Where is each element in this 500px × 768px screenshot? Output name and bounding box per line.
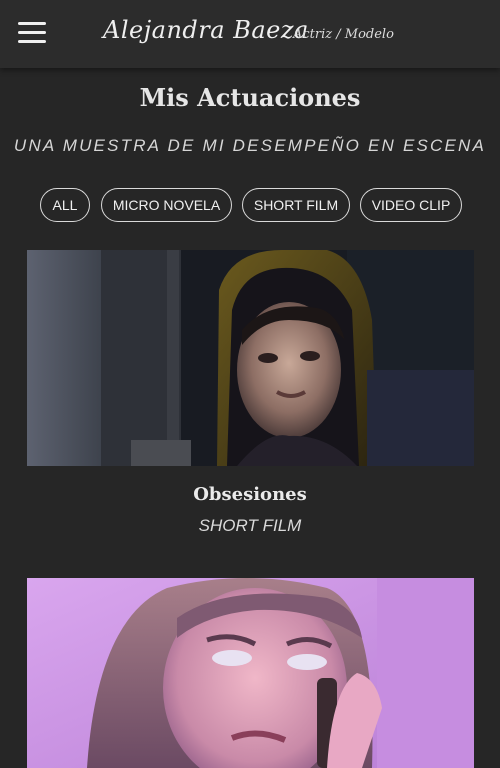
top-navbar: Alejandra Baeza Actriz / Modelo (0, 0, 500, 68)
menu-line (18, 31, 46, 34)
menu-line (18, 22, 46, 25)
filter-video-clip-button[interactable]: VIDEO CLIP (360, 188, 462, 222)
work-thumbnail[interactable] (27, 578, 474, 768)
thumbnail-image (27, 250, 474, 466)
filter-all-button[interactable]: ALL (40, 188, 90, 222)
thumbnail-image (27, 578, 474, 768)
site-tagline: Actriz / Modelo (293, 27, 394, 42)
menu-line (18, 40, 46, 43)
hamburger-menu-icon[interactable] (18, 22, 46, 44)
filter-bar: ALL MICRO NOVELA SHORT FILM VIDEO CLIP (0, 188, 500, 222)
work-title[interactable]: Obsesiones (0, 484, 500, 505)
work-category: SHORT FILM (198, 516, 302, 535)
filter-short-film-button[interactable]: SHORT FILM (242, 188, 350, 222)
page-subtitle: UNA MUESTRA DE MI DESEMPEÑO EN ESCENA (13, 136, 487, 155)
filter-micro-novela-button[interactable]: MICRO NOVELA (101, 188, 232, 222)
work-thumbnail-obsesiones[interactable] (27, 250, 474, 466)
page-title: Mis Actuaciones (139, 83, 361, 112)
site-brand[interactable]: Alejandra Baeza (103, 16, 309, 44)
